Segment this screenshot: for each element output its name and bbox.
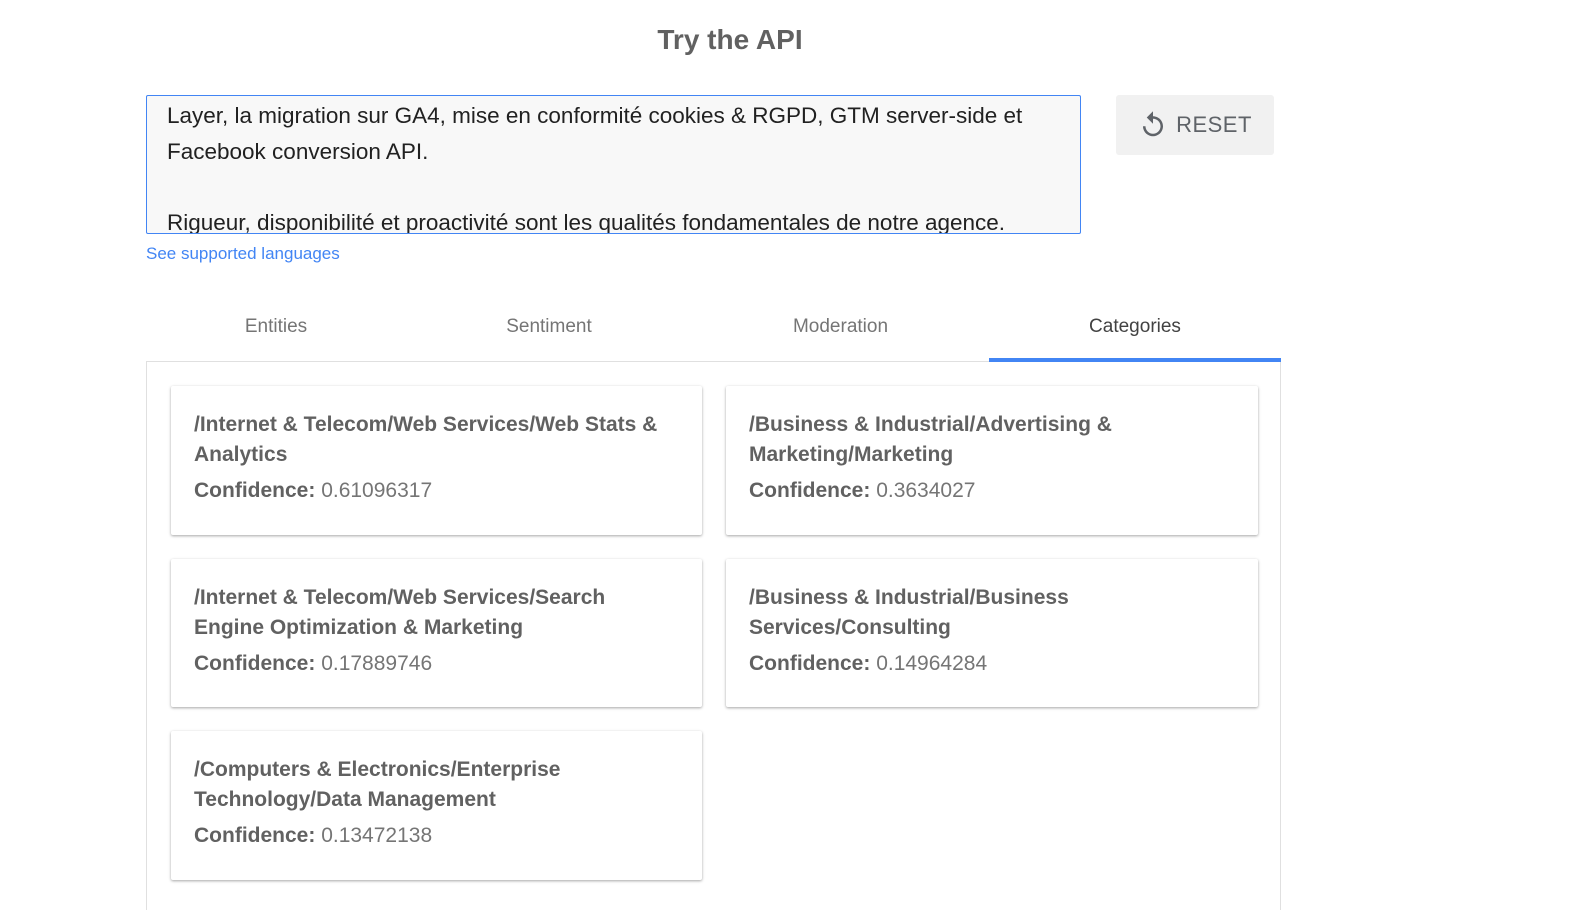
confidence-value: 0.61096317 (321, 479, 433, 502)
tab-sentiment[interactable]: Sentiment (406, 300, 692, 361)
category-name: /Computers & Electronics/Enterprise Tech… (194, 758, 561, 811)
confidence-label: Confidence: (749, 652, 871, 675)
confidence-value: 0.14964284 (876, 652, 988, 675)
confidence-value: 0.13472138 (321, 824, 433, 847)
confidence-row: Confidence: 0.61096317 (194, 479, 680, 503)
confidence-row: Confidence: 0.13472138 (194, 824, 680, 848)
supported-languages-link[interactable]: See supported languages (146, 244, 340, 264)
categories-panel: /Internet & Telecom/Web Services/Web Sta… (146, 362, 1281, 910)
confidence-label: Confidence: (194, 824, 316, 847)
confidence-value: 0.17889746 (321, 652, 433, 675)
try-api-page: Try the API Layer, la migration sur GA4,… (0, 0, 1596, 910)
category-name: /Internet & Telecom/Web Services/Web Sta… (194, 413, 658, 466)
text-input[interactable]: Layer, la migration sur GA4, mise en con… (146, 95, 1081, 234)
reset-button[interactable]: RESET (1116, 95, 1274, 155)
category-card: /Business & Industrial/Business Services… (726, 559, 1258, 707)
tab-entities[interactable]: Entities (146, 300, 406, 361)
confidence-row: Confidence: 0.14964284 (749, 652, 1236, 676)
refresh-icon (1138, 110, 1168, 140)
tab-categories[interactable]: Categories (989, 300, 1281, 362)
confidence-label: Confidence: (194, 652, 316, 675)
reset-label: RESET (1176, 112, 1252, 137)
category-card: /Internet & Telecom/Web Services/Search … (171, 559, 702, 707)
category-card: /Business & Industrial/Advertising & Mar… (726, 386, 1258, 535)
confidence-row: Confidence: 0.3634027 (749, 479, 1236, 503)
category-card: /Internet & Telecom/Web Services/Web Sta… (171, 386, 702, 535)
confidence-label: Confidence: (749, 479, 871, 502)
confidence-label: Confidence: (194, 479, 316, 502)
category-name: /Business & Industrial/Advertising & Mar… (749, 413, 1112, 466)
category-name: /Business & Industrial/Business Services… (749, 586, 1069, 639)
category-name: /Internet & Telecom/Web Services/Search … (194, 586, 606, 639)
confidence-row: Confidence: 0.17889746 (194, 652, 680, 676)
confidence-value: 0.3634027 (876, 479, 976, 502)
text-input-content: Layer, la migration sur GA4, mise en con… (167, 103, 1023, 234)
tab-moderation[interactable]: Moderation (692, 300, 989, 361)
analysis-tabs: Entities Sentiment Moderation Categories (146, 300, 1281, 362)
category-card: /Computers & Electronics/Enterprise Tech… (171, 731, 702, 880)
page-title: Try the API (657, 24, 803, 55)
